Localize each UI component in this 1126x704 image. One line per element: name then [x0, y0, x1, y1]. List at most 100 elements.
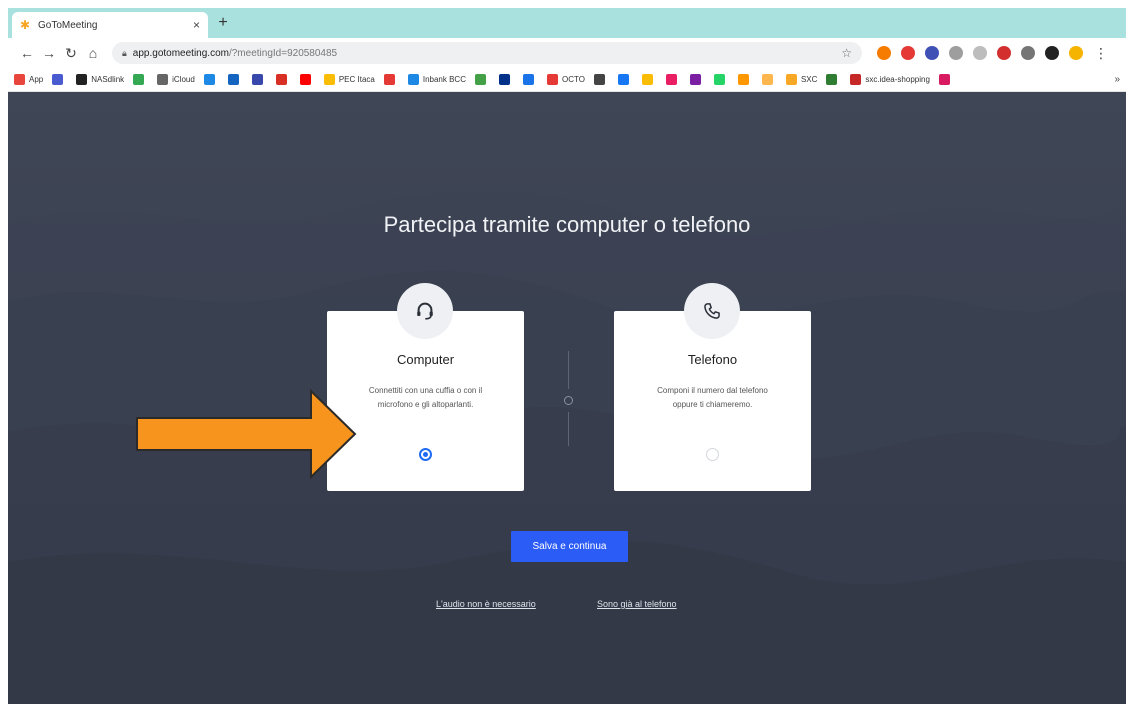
bookmark-star-icon[interactable]: ☆: [841, 46, 852, 60]
bookmark-favicon-icon: [251, 74, 263, 85]
extension-fire-icon[interactable]: [877, 46, 891, 60]
bookmark-label: iCloud: [172, 75, 195, 84]
bookmark-favicon-icon: [641, 74, 653, 85]
extension-shield-icon[interactable]: [973, 46, 987, 60]
phone-icon: [704, 303, 720, 319]
tab-close-icon[interactable]: ×: [193, 18, 200, 32]
bookmark-label: NASdlink: [91, 75, 125, 84]
bookmark-item[interactable]: NASdlink: [76, 74, 124, 85]
forward-arrow-icon[interactable]: →: [38, 45, 60, 61]
bookmark-item[interactable]: [737, 74, 753, 85]
page-title: Partecipa tramite computer o telefono: [383, 212, 751, 237]
bookmarks-more-icon[interactable]: »: [1114, 74, 1120, 85]
save-and-continue-button[interactable]: Salva e continua: [511, 531, 628, 562]
bookmark-item[interactable]: [689, 74, 705, 85]
headset-icon: [417, 302, 433, 320]
back-arrow-icon[interactable]: ←: [16, 45, 38, 61]
bookmark-favicon-icon: [761, 74, 773, 85]
tab-title: GoToMeeting: [38, 19, 98, 31]
bookmark-favicon-icon: [665, 74, 677, 85]
bookmark-item[interactable]: [133, 74, 148, 85]
new-tab-button[interactable]: +: [213, 14, 233, 32]
bookmark-favicon-icon: [546, 74, 558, 85]
divider-line-bottom: [568, 412, 569, 446]
bookmark-item[interactable]: [522, 74, 538, 85]
bookmark-favicon-icon: [76, 74, 88, 85]
bookmark-item[interactable]: SXC: [785, 74, 817, 85]
computer-icon-circle: [397, 283, 453, 339]
bookmark-favicon-icon: [522, 74, 534, 85]
extension-opera-icon[interactable]: [901, 46, 915, 60]
bookmark-item[interactable]: [299, 74, 315, 85]
bookmark-favicon-icon: [14, 74, 25, 85]
bookmark-favicon-icon: [407, 74, 419, 85]
extensions-puzzle-icon[interactable]: [1045, 46, 1059, 60]
bookmark-favicon-icon: [737, 74, 749, 85]
bookmark-item[interactable]: PEC Itaca: [323, 74, 375, 85]
url-host: app.gotomeeting.com: [132, 47, 229, 59]
bookmark-favicon-icon: [52, 74, 64, 85]
phone-option-card[interactable]: Telefono Componi il numero dal telefono …: [614, 283, 811, 491]
bookmark-item[interactable]: [498, 74, 514, 85]
bookmark-item[interactable]: [227, 74, 243, 85]
bookmark-favicon-icon: [850, 74, 862, 85]
bookmark-item[interactable]: Inbank BCC: [407, 74, 466, 85]
bookmark-item[interactable]: [761, 74, 777, 85]
bookmark-item[interactable]: App: [14, 74, 43, 85]
extension-grey-icon[interactable]: [1021, 46, 1035, 60]
bookmark-favicon-icon: [133, 74, 145, 85]
home-icon[interactable]: ⌂: [82, 45, 104, 61]
bookmark-item[interactable]: [617, 74, 633, 85]
bookmark-item[interactable]: [203, 74, 219, 85]
bookmark-favicon-icon: [227, 74, 239, 85]
bookmark-item[interactable]: [826, 74, 841, 85]
browser-menu-icon[interactable]: ⋮: [1094, 45, 1108, 62]
bookmark-favicon-icon: [474, 74, 486, 85]
divider-line-top: [568, 351, 569, 389]
divider-dot: [564, 396, 573, 405]
bookmark-item[interactable]: [938, 74, 954, 85]
already-on-phone-link[interactable]: Sono già al telefono: [597, 599, 677, 609]
bookmark-favicon-icon: [938, 74, 950, 85]
phone-option-description: Componi il numero dal telefono oppure ti…: [657, 386, 768, 409]
bookmark-item[interactable]: [593, 74, 609, 85]
extension-recycle-icon[interactable]: [949, 46, 963, 60]
bookmark-item[interactable]: [665, 74, 681, 85]
bookmark-label: App: [29, 75, 44, 84]
profile-avatar-icon[interactable]: [1069, 46, 1083, 60]
bookmark-item[interactable]: [251, 74, 267, 85]
extension-translate-icon[interactable]: [925, 46, 939, 60]
extensions-area: [872, 46, 1088, 60]
bookmark-item[interactable]: [52, 74, 67, 85]
bookmark-item[interactable]: [641, 74, 657, 85]
bookmark-item[interactable]: [383, 74, 399, 85]
tab-gotomeeting[interactable]: ✱ GoToMeeting ×: [12, 12, 208, 38]
bookmark-favicon-icon: [785, 74, 797, 85]
bookmark-item[interactable]: sxc.idea-shopping: [850, 74, 930, 85]
bookmark-label: PEC Itaca: [338, 75, 375, 84]
bookmark-item[interactable]: [713, 74, 729, 85]
phone-radio[interactable]: [706, 448, 719, 461]
bookmark-favicon-icon: [498, 74, 510, 85]
extension-badge-icon[interactable]: [997, 46, 1011, 60]
bookmark-favicon-icon: [826, 74, 838, 85]
phone-option-title: Telefono: [687, 352, 738, 367]
reload-icon[interactable]: ↻: [60, 45, 82, 62]
browser-toolbar: ← → ↻ ⌂ 🔒︎ app.gotomeeting.com /?meeting…: [8, 38, 1126, 68]
phone-icon-circle: [684, 283, 740, 339]
bookmark-item[interactable]: iCloud: [157, 74, 195, 85]
bookmark-favicon-icon: [275, 74, 287, 85]
bookmark-item[interactable]: [474, 74, 490, 85]
computer-option-title: Computer: [396, 352, 455, 367]
gotomeeting-favicon-icon: ✱: [20, 18, 31, 32]
computer-radio[interactable]: [419, 448, 432, 461]
bookmark-favicon-icon: [157, 74, 169, 85]
lock-icon[interactable]: 🔒︎: [122, 48, 127, 59]
bookmark-item[interactable]: OCTO: [546, 74, 585, 85]
page-content: Partecipa tramite computer o telefono Co…: [8, 92, 1126, 704]
address-bar[interactable]: 🔒︎ app.gotomeeting.com /?meetingId=92058…: [112, 42, 862, 64]
bookmark-item[interactable]: [275, 74, 291, 85]
bookmark-label: sxc.idea-shopping: [865, 75, 930, 84]
audio-not-needed-link[interactable]: L'audio non è necessario: [436, 599, 536, 609]
bookmark-favicon-icon: [383, 74, 395, 85]
